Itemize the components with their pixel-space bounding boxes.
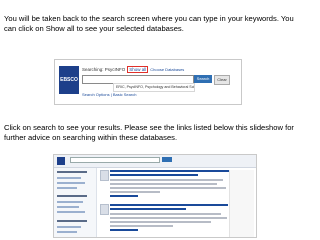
sidebar-line xyxy=(57,195,87,197)
result-title[interactable] xyxy=(110,208,186,210)
document-icon xyxy=(100,170,109,181)
results-search-input[interactable] xyxy=(70,157,160,163)
sidebar-line xyxy=(57,171,87,173)
sidebar-line[interactable] xyxy=(57,201,83,203)
searching-label: Searching: PsycINFO xyxy=(82,66,126,72)
results-list xyxy=(100,170,231,237)
results-search-button[interactable] xyxy=(162,157,172,162)
refine-results-sidebar xyxy=(54,168,97,237)
results-header xyxy=(54,155,256,168)
sidebar-line[interactable] xyxy=(57,231,77,233)
search-options-link[interactable]: Search Options xyxy=(82,92,110,97)
result-text xyxy=(110,213,221,215)
result-title[interactable] xyxy=(110,204,229,206)
sidebar-line[interactable] xyxy=(57,182,85,184)
ebsco-logo-text: EBSCO xyxy=(60,77,78,83)
ebsco-logo: EBSCO xyxy=(59,66,79,94)
result-text xyxy=(110,187,226,189)
results-right-panel xyxy=(229,170,254,237)
result-title[interactable] xyxy=(110,174,199,176)
result-text xyxy=(110,183,218,185)
search-screen-screenshot: EBSCO Searching: PsycINFO Show all Choos… xyxy=(54,59,242,105)
sidebar-line[interactable] xyxy=(57,177,81,179)
sidebar-line[interactable] xyxy=(57,226,81,228)
result-text xyxy=(110,225,173,227)
search-options-row: Search Options | Basic Search xyxy=(82,92,136,97)
sidebar-line[interactable] xyxy=(57,187,77,189)
sidebar-line[interactable] xyxy=(57,206,79,208)
result-link[interactable] xyxy=(110,229,138,231)
results-screenshot xyxy=(53,154,257,238)
choose-databases-link[interactable]: Choose Databases xyxy=(150,67,184,72)
database-dropdown[interactable]: ERIC, PsycINFO, Psychology and Behaviora… xyxy=(113,83,195,92)
result-title[interactable] xyxy=(110,170,231,172)
instruction-paragraph-2: Click on search to see your results. Ple… xyxy=(4,123,294,143)
sidebar-line xyxy=(57,220,87,222)
result-text xyxy=(110,179,224,181)
sidebar-line[interactable] xyxy=(57,211,85,213)
result-text xyxy=(110,217,228,219)
clear-button[interactable]: Clear xyxy=(214,75,230,85)
result-text xyxy=(110,221,211,223)
basic-search-link[interactable]: Basic Search xyxy=(113,92,137,97)
search-button[interactable]: Search xyxy=(194,75,212,83)
instruction-paragraph-1: You will be taken back to the search scr… xyxy=(4,14,294,34)
document-icon xyxy=(100,204,109,215)
result-item[interactable] xyxy=(100,170,231,200)
result-text xyxy=(110,191,161,193)
show-all-link[interactable]: Show all xyxy=(127,65,149,73)
result-link[interactable] xyxy=(110,195,138,197)
result-item[interactable] xyxy=(100,204,229,234)
ebsco-logo-small xyxy=(57,157,65,165)
searching-row: Searching: PsycINFO Show all Choose Data… xyxy=(82,64,237,74)
